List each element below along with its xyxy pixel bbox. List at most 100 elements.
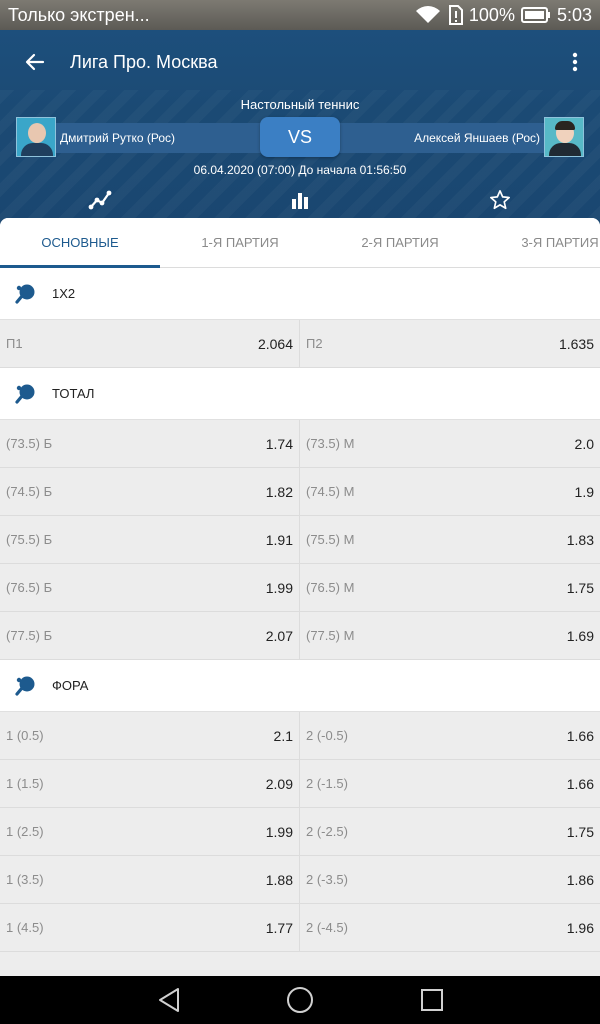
odds-cell-left[interactable]: (77.5) Б 2.07 xyxy=(0,612,300,659)
odds-value: 2.1 xyxy=(273,727,293,744)
odds-row: 1 (4.5) 1.77 2 (-4.5) 1.96 xyxy=(0,904,600,952)
odds-row: (76.5) Б 1.99 (76.5) М 1.75 xyxy=(0,564,600,612)
odds-label: (73.5) М xyxy=(306,436,355,451)
odds-value: 1.99 xyxy=(265,579,293,596)
square-recents-icon xyxy=(421,989,443,1011)
odds-cell-left[interactable]: (76.5) Б 1.99 xyxy=(0,564,300,611)
odds-label: 2 (-0.5) xyxy=(306,728,348,743)
battery-icon xyxy=(520,7,550,23)
odds-row: П1 2.064 П2 1.635 xyxy=(0,320,600,368)
odds-value: 1.88 xyxy=(265,871,293,888)
circle-home-icon xyxy=(287,987,313,1013)
tab-bar: ОСНОВНЫЕ 1-Я ПАРТИЯ 2-Я ПАРТИЯ 3-Я ПАРТИ… xyxy=(0,218,600,268)
odds-label: (76.5) М xyxy=(306,580,355,595)
vs-badge: VS xyxy=(260,117,340,157)
odds-row: 1 (0.5) 2.1 2 (-0.5) 1.66 xyxy=(0,712,600,760)
odds-cell-right[interactable]: 2 (-3.5) 1.86 xyxy=(300,856,600,903)
odds-row: (74.5) Б 1.82 (74.5) М 1.9 xyxy=(0,468,600,516)
odds-cell-right[interactable]: (75.5) М 1.83 xyxy=(300,516,600,563)
odds-cell-right[interactable]: 2 (-0.5) 1.66 xyxy=(300,712,600,759)
more-options-button[interactable] xyxy=(550,30,600,94)
sport-name: Настольный теннис xyxy=(240,97,360,112)
page-title: Лига Про. Москва xyxy=(70,51,218,72)
tab-set-1[interactable]: 1-Я ПАРТИЯ xyxy=(160,218,320,268)
system-nav-bar xyxy=(0,976,600,1024)
odds-row: 1 (3.5) 1.88 2 (-3.5) 1.86 xyxy=(0,856,600,904)
odds-cell-left[interactable]: (75.5) Б 1.91 xyxy=(0,516,300,563)
odds-value: 2.09 xyxy=(265,775,293,792)
odds-row: 1 (1.5) 2.09 2 (-1.5) 1.66 xyxy=(0,760,600,808)
wifi-icon xyxy=(415,6,440,23)
odds-value: 1.75 xyxy=(566,579,594,596)
line-chart-icon xyxy=(88,190,112,210)
odds-value: 1.66 xyxy=(566,727,594,744)
odds-value: 1.66 xyxy=(566,775,594,792)
match-row: Дмитрий Рутко (Рос) VS Алексей Яншаев (Р… xyxy=(16,117,584,159)
player-left-name: Дмитрий Рутко (Рос) xyxy=(60,131,176,145)
odds-cell-right[interactable]: П2 1.635 xyxy=(300,320,600,367)
player-left-avatar xyxy=(16,117,56,157)
odds-cell-right[interactable]: (73.5) М 2.0 xyxy=(300,420,600,467)
player-right-name: Алексей Яншаев (Рос) xyxy=(414,131,540,145)
battery-percent: 100% xyxy=(468,4,515,25)
market-icon xyxy=(0,674,52,698)
market-header[interactable]: 1X2 xyxy=(0,268,600,320)
odds-cell-left[interactable]: 1 (0.5) 2.1 xyxy=(0,712,300,759)
odds-row: 1 (2.5) 1.99 2 (-2.5) 1.75 xyxy=(0,808,600,856)
odds-cell-left[interactable]: (73.5) Б 1.74 xyxy=(0,420,300,467)
odds-label: (77.5) Б xyxy=(6,628,53,643)
market-header[interactable]: ТОТАЛ xyxy=(0,368,600,420)
notification-text: Только экстрен... xyxy=(8,4,150,25)
odds-value: 2.0 xyxy=(574,435,594,452)
odds-row: (75.5) Б 1.91 (75.5) М 1.83 xyxy=(0,516,600,564)
odds-cell-left[interactable]: 1 (1.5) 2.09 xyxy=(0,760,300,807)
odds-cell-left[interactable]: 1 (3.5) 1.88 xyxy=(0,856,300,903)
odds-cell-right[interactable]: 2 (-2.5) 1.75 xyxy=(300,808,600,855)
odds-label: 2 (-4.5) xyxy=(306,920,348,935)
odds-label: 1 (3.5) xyxy=(6,872,44,887)
odds-cell-right[interactable]: (77.5) М 1.69 xyxy=(300,612,600,659)
tab-main[interactable]: ОСНОВНЫЕ xyxy=(0,218,160,268)
odds-cell-left[interactable]: П1 2.064 xyxy=(0,320,300,367)
back-button[interactable] xyxy=(0,30,70,94)
tab-set-2[interactable]: 2-Я ПАРТИЯ xyxy=(320,218,480,268)
odds-value: 1.77 xyxy=(265,919,293,936)
odds-label: П1 xyxy=(6,336,23,351)
odds-cell-left[interactable]: 1 (2.5) 1.99 xyxy=(0,808,300,855)
nav-back-button[interactable] xyxy=(154,986,184,1014)
odds-value: 1.82 xyxy=(265,483,293,500)
odds-value: 1.96 xyxy=(566,919,594,936)
odds-cell-right[interactable]: (74.5) М 1.9 xyxy=(300,468,600,515)
market-header[interactable]: ФОРА xyxy=(0,660,600,712)
app-bar: Лига Про. Москва xyxy=(0,30,600,94)
odds-value: 1.99 xyxy=(265,823,293,840)
odds-label: П2 xyxy=(306,336,323,351)
odds-row: (77.5) Б 2.07 (77.5) М 1.69 xyxy=(0,612,600,660)
odds-label: 2 (-1.5) xyxy=(306,776,348,791)
stats-trend-button[interactable] xyxy=(80,185,120,215)
tab-set-3[interactable]: 3-Я ПАРТИЯ xyxy=(480,218,600,268)
odds-value: 2.064 xyxy=(257,335,293,352)
market-icon xyxy=(0,282,52,306)
favorite-button[interactable] xyxy=(480,185,520,215)
odds-cell-left[interactable]: 1 (4.5) 1.77 xyxy=(0,904,300,951)
table-tennis-icon xyxy=(15,384,35,404)
markets-panel: ОСНОВНЫЕ 1-Я ПАРТИЯ 2-Я ПАРТИЯ 3-Я ПАРТИ… xyxy=(0,218,600,976)
sim-alert-icon xyxy=(448,5,463,25)
odds-cell-right[interactable]: 2 (-1.5) 1.66 xyxy=(300,760,600,807)
odds-value: 1.83 xyxy=(566,531,594,548)
statistics-button[interactable] xyxy=(280,185,320,215)
clock: 5:03 xyxy=(556,4,592,25)
odds-cell-right[interactable]: (76.5) М 1.75 xyxy=(300,564,600,611)
odds-label: (74.5) М xyxy=(306,484,355,499)
odds-cell-right[interactable]: 2 (-4.5) 1.96 xyxy=(300,904,600,951)
match-datetime: 06.04.2020 (07:00) До начала 01:56:50 xyxy=(193,163,407,177)
nav-recents-button[interactable] xyxy=(417,986,447,1014)
odds-value: 1.635 xyxy=(558,335,594,352)
nav-home-button[interactable] xyxy=(285,986,315,1014)
arrow-back-icon xyxy=(25,53,45,71)
odds-label: (74.5) Б xyxy=(6,484,53,499)
odds-cell-left[interactable]: (74.5) Б 1.82 xyxy=(0,468,300,515)
match-header: Лига Про. Москва Настольный теннис Дмитр… xyxy=(0,30,600,230)
odds-label: 1 (0.5) xyxy=(6,728,44,743)
